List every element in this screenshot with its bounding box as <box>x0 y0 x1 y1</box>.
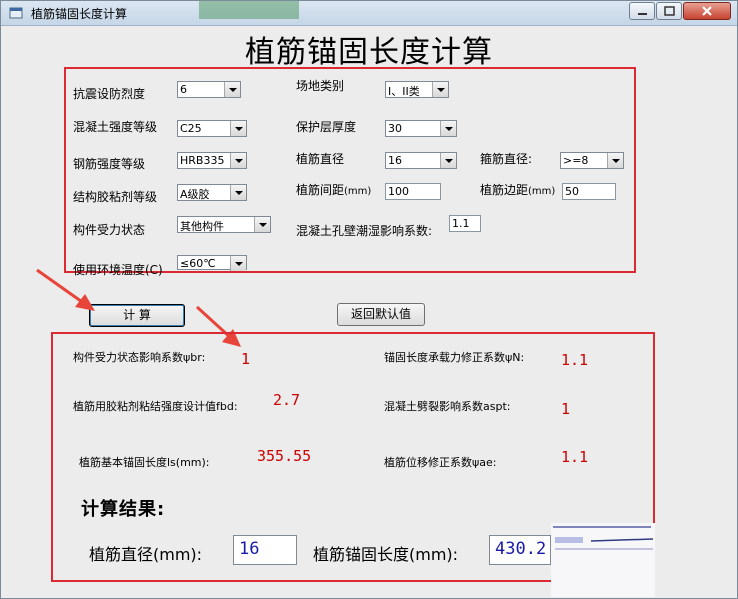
reset-defaults-button[interactable]: 返回默认值 <box>337 303 425 326</box>
steel-label: 钢筋强度等级 <box>73 157 146 171</box>
psi-ae-value: 1.1 <box>561 448 589 466</box>
page-title: 植筋锚固长度计算 <box>245 35 493 70</box>
env-temp-select[interactable]: ≤60℃ <box>177 255 247 271</box>
psi-n-label: 锚固长度承载力修正系数ψN: <box>384 351 525 364</box>
humidity-label: 混凝土孔壁潮湿影响系数: <box>296 224 433 238</box>
chevron-down-icon[interactable] <box>230 185 246 200</box>
result-dia-output[interactable]: 16 <box>233 535 297 565</box>
app-icon <box>9 7 23 19</box>
maximize-button[interactable] <box>656 2 682 20</box>
seismic-select[interactable]: 6 <box>177 81 241 98</box>
adhesive-select[interactable]: A级胶 <box>177 184 247 201</box>
chevron-down-icon[interactable] <box>607 153 623 168</box>
site-label: 场地类别 <box>296 79 345 93</box>
humidity-input[interactable]: 1.1 <box>449 215 481 232</box>
ls-value: 355.55 <box>257 447 312 465</box>
chevron-down-icon[interactable] <box>440 121 456 136</box>
cropped-overlay <box>551 523 655 597</box>
chevron-down-icon[interactable] <box>432 82 448 97</box>
seismic-label: 抗震设防烈度 <box>73 87 146 101</box>
concrete-label: 混凝土强度等级 <box>73 120 158 134</box>
fbd-label: 植筋用胶粘剂粘结强度设计值fbd: <box>73 400 238 413</box>
fbd-value: 2.7 <box>273 391 301 409</box>
window-title: 植筋锚固长度计算 <box>31 7 128 21</box>
steel-select[interactable]: HRB335 <box>177 152 247 169</box>
edge-unit: (mm) <box>528 186 556 197</box>
chevron-down-icon[interactable] <box>224 82 240 97</box>
app-window: 植筋锚固长度计算 植筋锚固长度计算 抗震设防烈度 6 场地类别 I、II类 混凝… <box>0 0 738 599</box>
env-temp-label: 使用环境温度(C) <box>73 263 163 277</box>
cover-label: 保护层厚度 <box>296 120 357 134</box>
chevron-down-icon[interactable] <box>230 153 246 168</box>
stress-select[interactable]: 其他构件 <box>177 216 271 233</box>
close-button[interactable] <box>683 2 731 20</box>
arrow-icon <box>36 268 95 311</box>
chevron-down-icon[interactable] <box>230 121 246 136</box>
overlay-lines <box>553 526 654 550</box>
edge-label: 植筋边距(mm) <box>480 183 556 197</box>
form-body: 植筋锚固长度计算 抗震设防烈度 6 场地类别 I、II类 混凝土强度等级 C25… <box>5 26 733 597</box>
result-len-output[interactable]: 430.2 <box>489 535 551 565</box>
minimize-icon <box>638 13 647 15</box>
psi-br-label: 构件受力状态影响系数ψbr: <box>73 351 206 364</box>
spacing-unit: (mm) <box>344 186 372 197</box>
input-section <box>64 67 636 273</box>
bar-dia-label: 植筋直径 <box>296 152 345 166</box>
spacing-label: 植筋间距(mm) <box>296 183 372 197</box>
chevron-down-icon[interactable] <box>254 217 270 232</box>
psi-ae-label: 植筋位移修正系数ψae: <box>384 456 497 469</box>
close-icon <box>702 6 712 16</box>
result-heading: 计算结果: <box>81 499 166 520</box>
title-bar: 植筋锚固长度计算 <box>1 1 737 26</box>
result-dia-label: 植筋直径(mm): <box>89 545 203 564</box>
spacing-input[interactable]: 100 <box>385 183 441 200</box>
aspt-label: 混凝土劈裂影响系数aspt: <box>384 400 511 413</box>
aspt-value: 1 <box>561 400 571 418</box>
stirrup-label: 箍筋直径: <box>480 152 533 166</box>
ls-label: 植筋基本锚固长度ls(mm): <box>79 456 210 469</box>
adhesive-label: 结构胶粘剂等级 <box>73 190 158 204</box>
maximize-icon <box>664 6 675 16</box>
cover-select[interactable]: 30 <box>385 120 457 137</box>
psi-n-value: 1.1 <box>561 351 589 369</box>
concrete-select[interactable]: C25 <box>177 120 247 137</box>
chevron-down-icon[interactable] <box>440 153 456 168</box>
stirrup-select[interactable]: >=8 <box>560 152 624 169</box>
background-window-ghost <box>199 1 299 19</box>
psi-br-value: 1 <box>241 350 251 368</box>
minimize-button[interactable] <box>629 2 655 20</box>
bar-dia-select[interactable]: 16 <box>385 152 457 169</box>
site-select[interactable]: I、II类 <box>385 81 449 98</box>
edge-input[interactable]: 50 <box>562 183 616 200</box>
stress-label: 构件受力状态 <box>73 223 146 237</box>
calculate-button[interactable]: 计 算 <box>89 304 185 327</box>
chevron-down-icon[interactable] <box>230 256 246 271</box>
result-len-label: 植筋锚固长度(mm): <box>313 545 459 564</box>
